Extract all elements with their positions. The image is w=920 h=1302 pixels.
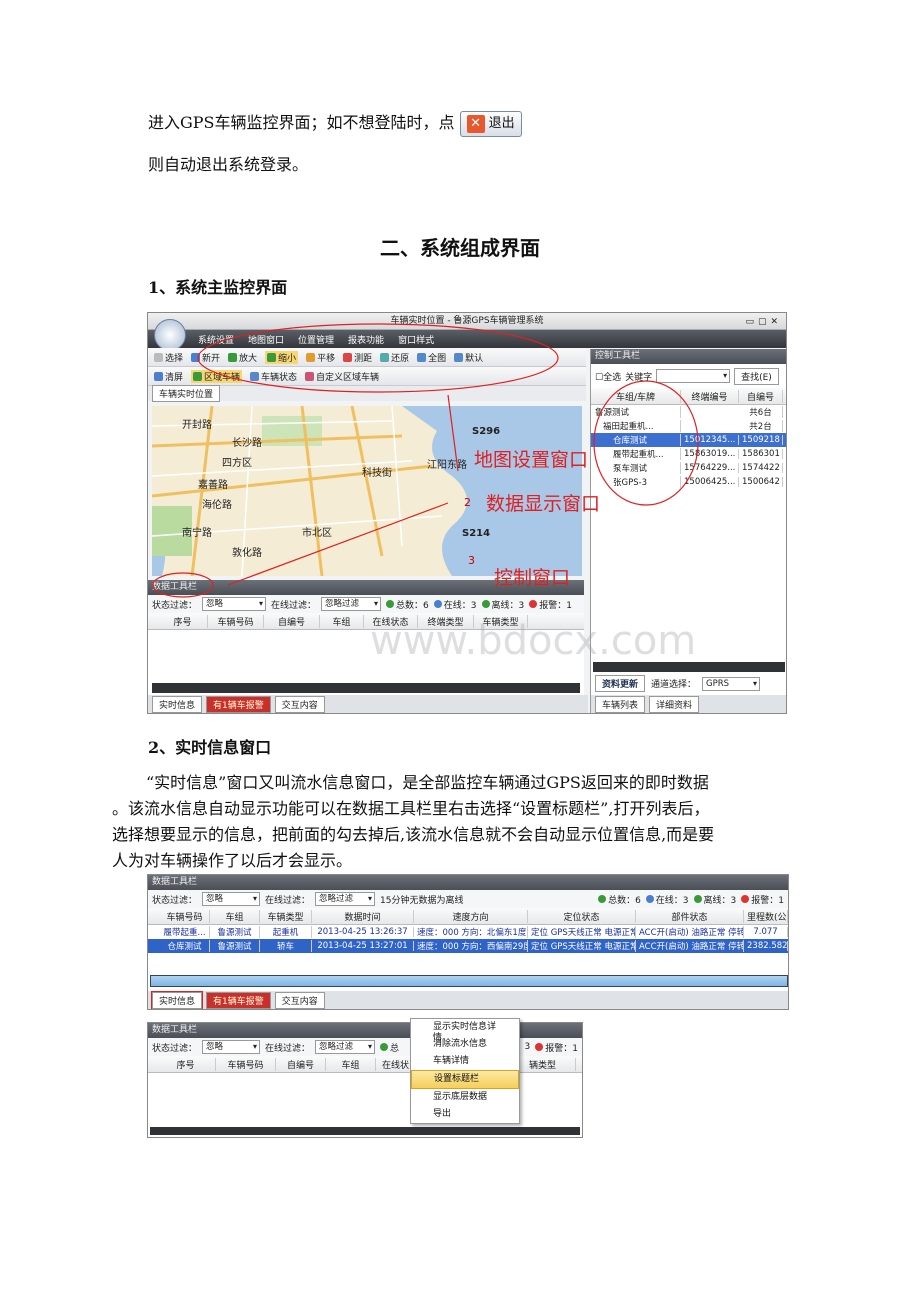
tab-interaction[interactable]: 交互内容	[274, 991, 325, 1009]
annotation-map-window: 地图设置窗口	[474, 449, 589, 471]
paragraph-line: 。该流水信息自动显示功能可以在数据工具栏里右击选择“设置标题栏”,打开列表后，	[112, 799, 710, 818]
col-header[interactable]: 数据时间	[312, 909, 414, 923]
exit-button[interactable]: ✕ 退出	[459, 110, 522, 137]
exit-label: 退出	[488, 115, 515, 131]
state-filter-select[interactable]: 忽略	[202, 1040, 261, 1054]
col-header[interactable]: 车辆号码	[160, 909, 210, 923]
col-header[interactable]: 车辆类型	[260, 909, 312, 923]
watermark: www.bdocx.com	[370, 618, 697, 664]
stat-offline: 3	[524, 1042, 531, 1052]
stat-total: 总	[380, 1041, 399, 1054]
subsection-1-title: 1、系统主监控界面	[148, 278, 288, 297]
stat-alarm: 报警：1	[535, 1041, 582, 1054]
rt-tabs: 实时信息 有1辆车报警 交互内容	[148, 990, 788, 1009]
online-filter-label: 在线过滤：	[265, 895, 311, 906]
menu-item-set-title-bar[interactable]: 设置标题栏	[411, 1070, 519, 1089]
rt-filterbar: 状态过滤： 忽略 在线过滤： 忽略过滤 15分钟无数据为离线 总数：6 在线：3…	[148, 890, 788, 908]
state-filter-label: 状态过滤：	[152, 895, 198, 906]
intro-line2: 则自动退出系统登录。	[148, 155, 309, 174]
paragraph-line: 选择想要显示的信息，把前面的勾去掉后,该流水信息就不会自动显示位置信息,而是要	[112, 825, 715, 844]
context-menu: 显示实时信息详情 消除流水信息 车辆详情 设置标题栏 显示底层数据 导出	[410, 1018, 520, 1124]
online-filter-select[interactable]: 忽略过滤	[315, 1040, 376, 1054]
table-row[interactable]: 仓库测试 鲁源测试 轿车 2013-04-25 13:27:01 速度：000 方向：西…	[148, 939, 788, 953]
state-filter-label: 状态过滤：	[152, 1043, 198, 1054]
section-title: 二、系统组成界面	[380, 236, 540, 260]
paragraph-line: 人为对车辆操作了以后才会显示。	[112, 851, 353, 870]
col-header[interactable]: 车组	[210, 909, 260, 923]
col-header[interactable]: 辆类型	[526, 1057, 576, 1071]
stat-alarm: 报警：1	[741, 893, 788, 906]
menu-item-show-raw-data[interactable]: 显示底层数据	[411, 1089, 519, 1106]
rt-grid-header: 车辆号码 车组 车辆类型 数据时间 速度方向 定位状态 部件状态 里程数(公	[148, 908, 788, 925]
col-header[interactable]: 自编号	[276, 1057, 326, 1071]
col-header[interactable]: 车辆号码	[216, 1057, 276, 1071]
stat-online: 在线：3	[645, 893, 689, 906]
tab-alarm[interactable]: 有1辆车报警	[206, 991, 271, 1009]
subsection-2-title: 2、实时信息窗口	[148, 738, 272, 757]
menu-item-show-details[interactable]: 显示实时信息详情	[411, 1019, 519, 1043]
rt-panel-title: 数据工具栏	[148, 875, 788, 890]
paragraph-line: “实时信息”窗口又叫流水信息窗口，是全部监控车辆通过GPS返回来的即时数据	[146, 773, 709, 792]
col-header[interactable]: 定位状态	[528, 909, 636, 923]
col-header[interactable]: 速度方向	[414, 909, 528, 923]
col-header[interactable]: 序号	[156, 1057, 216, 1071]
menu-item-clear-stream[interactable]: 消除流水信息	[411, 1036, 519, 1053]
online-filter-label: 在线过滤：	[265, 1043, 311, 1054]
tab-realtime-info[interactable]: 实时信息	[150, 990, 204, 1009]
annotation-data-window: 数据显示窗口	[486, 493, 601, 515]
rt-scrollbar[interactable]	[150, 975, 788, 987]
sub2-paragraph: “实时信息”窗口又叫流水信息窗口，是全部监控车辆通过GPS返回来的即时数据 。该…	[112, 770, 812, 874]
annotation-control-window: 控制窗口	[494, 567, 571, 589]
offline-note: 15分钟无数据为离线	[380, 895, 464, 906]
stat-offline: 离线：3	[693, 893, 736, 906]
col-header[interactable]: 车组	[326, 1057, 376, 1071]
realtime-ui-screenshot: 数据工具栏 状态过滤： 忽略 在线过滤： 忽略过滤 15分钟无数据为离线 总数：…	[147, 874, 789, 1010]
table-row[interactable]: 履带起重... 鲁源测试 起重机 2013-04-25 13:26:37 速度：000 …	[148, 925, 788, 939]
online-filter-select[interactable]: 忽略过滤	[315, 892, 376, 906]
menu-item-export[interactable]: 导出	[411, 1106, 519, 1123]
ctx-scrollbar[interactable]	[150, 1127, 580, 1135]
intro-line1: 进入GPS车辆监控界面；如不想登陆时，点 ✕ 退出	[148, 110, 522, 137]
close-icon: ✕	[466, 114, 485, 133]
menu-item-vehicle-details[interactable]: 车辆详情	[411, 1053, 519, 1070]
intro-text: 进入GPS车辆监控界面；如不想登陆时，点	[148, 113, 455, 132]
stat-total: 总数：6	[598, 893, 641, 906]
col-header[interactable]: 部件状态	[636, 909, 744, 923]
col-header[interactable]: 里程数(公	[744, 909, 788, 923]
state-filter-select[interactable]: 忽略	[202, 892, 261, 906]
